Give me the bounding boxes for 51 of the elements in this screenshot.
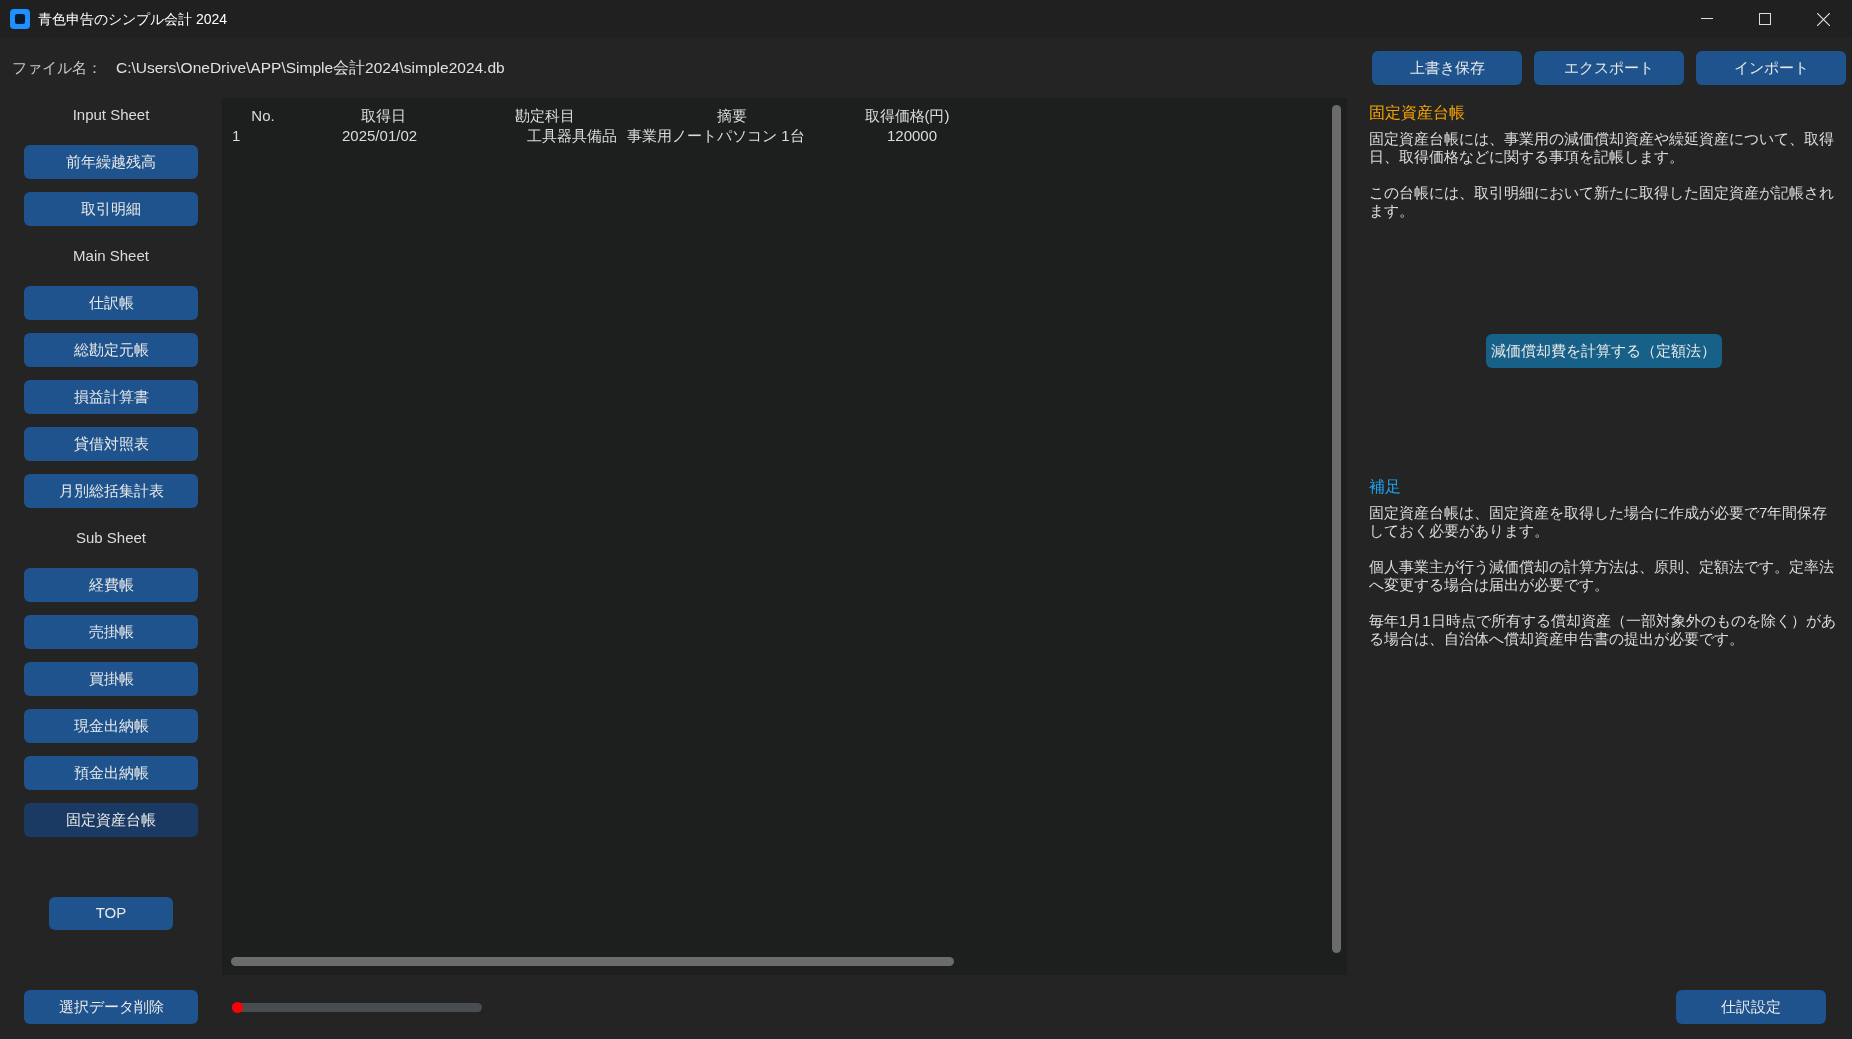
- table-cell-text: 2025/01/02: [341, 126, 419, 146]
- info-paragraph: この台帳には、取引明細において新たに取得した固定資産が記帳されます。: [1369, 184, 1835, 220]
- top-button[interactable]: TOP: [49, 897, 173, 930]
- sidebar-button[interactable]: 総勘定元帳: [24, 333, 198, 367]
- sidebar-button[interactable]: 現金出納帳: [24, 709, 198, 743]
- maximize-icon: [1759, 13, 1771, 25]
- minimize-icon: [1701, 18, 1713, 20]
- close-icon: [1816, 12, 1830, 26]
- info-paragraph: 固定資産台帳には、事業用の減価償却資産や繰延資産について、取得日、取得価格などに関する事項を記帳します。: [1369, 130, 1835, 166]
- calculate-button[interactable]: 減価償却費を計算する（定額法）: [1485, 334, 1722, 368]
- note-paragraph: 毎年1月1日時点で所有する償却資産（一部対象外のものを除く）がある場合は、自治体へ償却資産申告書の提出が必要です。: [1369, 612, 1837, 648]
- toolbar-button[interactable]: エクスポート: [1534, 51, 1684, 85]
- table-cell-text: 事業用ノートパソコン 1台: [626, 126, 806, 146]
- column-header: 取得価格(円): [863, 106, 951, 126]
- column-header: No.: [250, 106, 276, 126]
- sidebar-button[interactable]: 貸借対照表: [24, 427, 198, 461]
- column-header: 勘定科目: [513, 106, 576, 126]
- section-heading: Sub Sheet: [75, 527, 147, 548]
- toolbar-button[interactable]: 上書き保存: [1372, 51, 1522, 85]
- file-label: ファイル名：: [12, 57, 103, 78]
- toolbar-button[interactable]: インポート: [1696, 51, 1846, 85]
- note-paragraph: 固定資産台帳は、固定資産を取得した場合に作成が必要で7年間保存しておく必要があります。: [1369, 504, 1829, 540]
- sidebar-button[interactable]: 前年繰越残高: [24, 145, 198, 179]
- sidebar-button[interactable]: 買掛帳: [24, 662, 198, 696]
- app-icon: [10, 9, 30, 29]
- sidebar-button[interactable]: 固定資産台帳: [24, 803, 198, 837]
- sidebar-button[interactable]: 仕訳帳: [24, 286, 198, 320]
- column-header: 取得日: [359, 106, 407, 126]
- section-heading: Main Sheet: [73, 245, 149, 266]
- table-cell-text: 120000: [886, 126, 939, 146]
- window-title: 青色申告のシンプル会計 2024: [38, 9, 228, 29]
- sidebar-button[interactable]: 取引明細: [24, 192, 198, 226]
- slider-handle[interactable]: [232, 1001, 243, 1013]
- table-cell-text: 1: [232, 126, 242, 146]
- delete-button[interactable]: 選択データ削除: [24, 990, 198, 1024]
- slider-track[interactable]: [232, 1002, 482, 1012]
- sidebar-button[interactable]: 月別総括集計表: [24, 474, 198, 508]
- section-heading: Input Sheet: [72, 104, 150, 125]
- settings-button[interactable]: 仕訳設定: [1676, 990, 1826, 1024]
- column-header: 摘要: [716, 106, 748, 126]
- horizontal-scrollbar[interactable]: [231, 956, 954, 966]
- vertical-scrollbar[interactable]: [1332, 105, 1341, 953]
- sidebar-button[interactable]: 損益計算書: [24, 380, 198, 414]
- file-path: C:\Users\OneDrive\APP\Simple会計2024\simple2024.db: [116, 58, 505, 79]
- table-cell-text: 工具器具備品: [526, 126, 617, 146]
- note-paragraph: 個人事業主が行う減価償却の計算方法は、原則、定額法です。定率法へ変更する場合は届出が必要です。: [1369, 558, 1835, 594]
- note-title: 補足: [1369, 478, 1402, 496]
- sidebar-button[interactable]: 経費帳: [24, 568, 198, 602]
- sidebar-button[interactable]: 預金出納帳: [24, 756, 198, 790]
- info-title: 固定資産台帳: [1369, 104, 1466, 122]
- sidebar-button[interactable]: 売掛帳: [24, 615, 198, 649]
